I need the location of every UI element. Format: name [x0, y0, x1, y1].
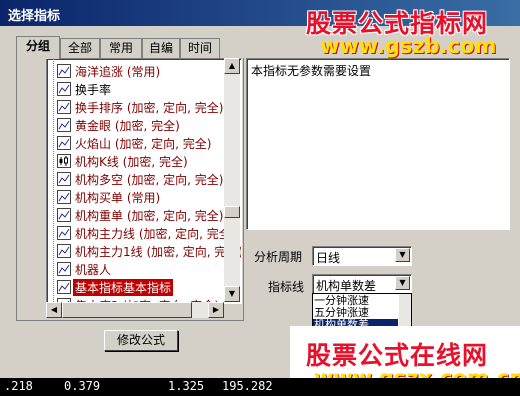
scroll-down-button[interactable]: ▼	[224, 286, 240, 302]
indicator-line-label: 指标线	[268, 280, 305, 294]
scroll-up-button[interactable]: ▲	[224, 58, 240, 74]
list-vertical-scrollbar[interactable]: ▲ ▼	[224, 58, 240, 302]
indicator-item-label: 基本指标基本指标	[73, 279, 174, 296]
formula-icon	[57, 280, 71, 294]
list-horizontal-scrollbar[interactable]: ◀ ▶	[46, 302, 224, 318]
formula-icon	[57, 136, 71, 150]
tree-line	[53, 58, 54, 302]
modify-formula-button[interactable]: 修改公式	[104, 330, 178, 351]
indicator-item[interactable]: 基本指标基本指标	[47, 277, 227, 296]
chevron-down-icon[interactable]: ▼	[395, 276, 410, 290]
indicator-item-label: 机构重单 (加密, 定向, 完全)	[75, 209, 224, 223]
indicator-item-label: 换手率	[75, 83, 112, 97]
indicator-item[interactable]: 机器人	[47, 259, 227, 277]
ticker-value: 195.282	[222, 379, 273, 393]
ticker-value: 1.325	[168, 379, 205, 393]
tab-common[interactable]: 常用	[100, 38, 142, 58]
indicator-item[interactable]: 机构主力线 (加密, 定向, 完全)	[47, 223, 235, 241]
indicator-item-label: 机构主力线 (加密, 定向, 完全)	[75, 227, 236, 241]
formula-icon	[57, 208, 71, 222]
indicator-item[interactable]: 黄金眼 (加密, 完全)	[47, 115, 227, 133]
indicator-item[interactable]: 机构多空 (加密, 定向, 完全)	[47, 169, 227, 187]
indicator-item-label: 机构主力1线 (加密, 定向, 完全)	[75, 245, 242, 259]
formula-icon	[57, 244, 71, 258]
indicator-item-label: 机构买单 (常用)	[75, 191, 161, 205]
indicator-item[interactable]: 机构重单 (加密, 定向, 完全)	[47, 205, 227, 223]
period-select[interactable]: 日线 ▼	[312, 246, 412, 266]
scroll-right-button[interactable]: ▶	[208, 302, 224, 318]
indicator-item-label: 换手排序 (加密, 定向, 完全)	[75, 101, 224, 115]
tab-time[interactable]: 时间	[180, 38, 220, 58]
formula-icon	[57, 190, 71, 204]
chevron-down-icon[interactable]: ▼	[395, 248, 410, 262]
indicator-item[interactable]: 机构买单 (常用)	[47, 187, 227, 205]
horizontal-scroll-thumb[interactable]	[62, 302, 192, 318]
watermark-url-top: www.gszb.com	[320, 34, 497, 58]
formula-icon	[57, 172, 71, 186]
indicator-item[interactable]: 机构K线 (加密, 完全)	[47, 151, 227, 169]
indicator-item-label: 黄金眼 (加密, 完全)	[75, 119, 180, 133]
formula-icon	[57, 118, 71, 132]
indicator-item[interactable]: 火焰山 (加密, 定向, 完全)	[47, 133, 227, 151]
indicator-item[interactable]: 海洋追涨 (常用)	[47, 61, 227, 79]
formula-icon	[57, 82, 71, 96]
period-value: 日线	[316, 251, 341, 265]
kline-icon	[57, 154, 71, 168]
indicator-item-label: 火焰山 (加密, 定向, 完全)	[75, 137, 212, 151]
formula-icon	[57, 226, 71, 240]
indicator-item[interactable]: 换手排序 (加密, 定向, 完全)	[47, 97, 227, 115]
indicator-item-label: 机构K线 (加密, 完全)	[75, 155, 188, 169]
indicator-item-label: 机器人	[75, 263, 112, 277]
indicator-item[interactable]: 换手率	[47, 79, 227, 97]
ticker-value: 0.379	[64, 379, 101, 393]
period-label: 分析周期	[254, 250, 303, 264]
ticker-value: .218	[4, 379, 33, 393]
formula-icon	[57, 262, 71, 276]
scroll-thumb[interactable]	[224, 206, 240, 218]
description-text: 本指标无参数需要设置	[251, 64, 372, 78]
formula-icon	[57, 100, 71, 114]
indicator-list[interactable]: 海洋追涨 (常用) 换手率换手排序 (加密, 定向, 完全) 黄金眼 (加密, 完全…	[46, 58, 242, 304]
tab-custom[interactable]: 自编	[142, 38, 180, 58]
description-box: 本指标无参数需要设置	[246, 58, 510, 230]
tab-group[interactable]: 分组	[16, 36, 60, 59]
scroll-left-button[interactable]: ◀	[46, 302, 62, 318]
dialog-title: 选择指标	[8, 9, 61, 24]
tab-all[interactable]: 全部	[60, 38, 100, 58]
indicator-item-label: 海洋追涨 (常用)	[75, 65, 161, 79]
indicator-item-label: 机构多空 (加密, 定向, 完全)	[75, 173, 224, 187]
formula-icon	[57, 64, 71, 78]
indicator-item[interactable]: 机构主力1线 (加密, 定向, 完全)	[47, 241, 241, 259]
indicator-line-value: 机构单数差	[316, 279, 377, 293]
indicator-line-select[interactable]: 机构单数差 ▼	[312, 274, 412, 294]
